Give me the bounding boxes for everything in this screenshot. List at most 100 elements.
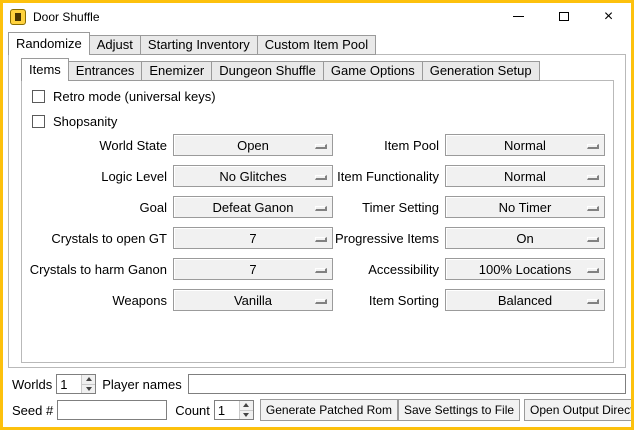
dropdown-value: Open — [237, 138, 269, 153]
arrow-up-icon — [243, 403, 249, 407]
dropdown-value: Normal — [504, 138, 546, 153]
seed-row: Seed # Count Generate Patched Rom Save S… — [8, 399, 626, 421]
close-button[interactable]: × — [586, 3, 631, 30]
checkbox-icon — [32, 115, 45, 128]
tab-items[interactable]: Items — [21, 58, 69, 81]
goal-dropdown[interactable]: Defeat Ganon — [173, 196, 333, 218]
tab-enemizer[interactable]: Enemizer — [141, 61, 212, 81]
item-sorting-label: Item Sorting — [333, 293, 439, 308]
progressive-items-dropdown[interactable]: On — [445, 227, 605, 249]
tab-game-options[interactable]: Game Options — [323, 61, 423, 81]
timer-setting-label: Timer Setting — [333, 200, 439, 215]
arrow-up-icon — [86, 377, 92, 381]
worlds-spinner[interactable] — [56, 374, 96, 394]
worlds-label: Worlds — [12, 377, 52, 392]
logic-level-dropdown[interactable]: No Glitches — [173, 165, 333, 187]
seed-input[interactable] — [57, 400, 167, 420]
dropdown-value: Balanced — [498, 293, 552, 308]
accessibility-label: Accessibility — [333, 262, 439, 277]
spinner-arrows — [81, 375, 95, 393]
dropdown-value: 7 — [249, 231, 256, 246]
generate-patched-rom-button[interactable]: Generate Patched Rom — [260, 399, 398, 421]
logic-level-label: Logic Level — [27, 169, 167, 184]
dropdown-indicator-icon — [587, 299, 599, 304]
dropdown-indicator-icon — [315, 299, 327, 304]
settings-row: Weapons Vanilla Item Sorting Balanced — [27, 289, 608, 311]
item-functionality-dropdown[interactable]: Normal — [445, 165, 605, 187]
crystals-to-harm-ganon-label: Crystals to harm Ganon — [27, 262, 167, 277]
shopsanity-checkbox[interactable]: Shopsanity — [32, 112, 117, 130]
count-input[interactable] — [215, 401, 239, 419]
settings-row: Goal Defeat Ganon Timer Setting No Timer — [27, 196, 608, 218]
dropdown-indicator-icon — [587, 237, 599, 242]
crystals-to-harm-ganon-dropdown[interactable]: 7 — [173, 258, 333, 280]
close-icon: × — [604, 9, 613, 25]
shopsanity-label: Shopsanity — [53, 114, 117, 129]
item-functionality-label: Item Functionality — [333, 169, 439, 184]
settings-row: Crystals to harm Ganon 7 Accessibility 1… — [27, 258, 608, 280]
weapons-dropdown[interactable]: Vanilla — [173, 289, 333, 311]
spin-down-button[interactable] — [240, 411, 253, 420]
spinner-arrows — [239, 401, 253, 419]
crystals-to-open-gt-dropdown[interactable]: 7 — [173, 227, 333, 249]
worlds-row: Worlds Player names — [8, 373, 626, 395]
minimize-button[interactable] — [496, 3, 541, 30]
tab-adjust[interactable]: Adjust — [89, 35, 141, 55]
tab-dungeon-shuffle[interactable]: Dungeon Shuffle — [211, 61, 324, 81]
world-state-dropdown[interactable]: Open — [173, 134, 333, 156]
retro-mode-label: Retro mode (universal keys) — [53, 89, 216, 104]
sub-tabbar: Items Entrances Enemizer Dungeon Shuffle… — [21, 58, 539, 81]
tab-starting-inventory[interactable]: Starting Inventory — [140, 35, 258, 55]
open-output-directory-button[interactable]: Open Output Directory — [524, 399, 634, 421]
app-icon — [10, 9, 26, 25]
dropdown-value: Vanilla — [234, 293, 272, 308]
settings-row: World State Open Item Pool Normal — [27, 134, 608, 156]
item-pool-dropdown[interactable]: Normal — [445, 134, 605, 156]
spin-down-button[interactable] — [82, 385, 95, 394]
randomize-pane: Items Entrances Enemizer Dungeon Shuffle… — [8, 54, 626, 368]
dropdown-indicator-icon — [587, 206, 599, 211]
app-window: Door Shuffle × Randomize Adjust Starting… — [0, 0, 634, 430]
app-icon-core — [15, 13, 21, 21]
main-tabbar: Randomize Adjust Starting Inventory Cust… — [8, 32, 375, 55]
dropdown-indicator-icon — [315, 268, 327, 273]
settings-row: Crystals to open GT 7 Progressive Items … — [27, 227, 608, 249]
titlebar[interactable]: Door Shuffle × — [3, 3, 631, 30]
dropdown-value: Defeat Ganon — [213, 200, 294, 215]
weapons-label: Weapons — [27, 293, 167, 308]
settings-rows: World State Open Item Pool Normal Logic … — [27, 134, 608, 320]
tab-randomize[interactable]: Randomize — [8, 32, 90, 55]
dropdown-value: No Timer — [499, 200, 552, 215]
spin-up-button[interactable] — [240, 401, 253, 411]
dropdown-indicator-icon — [587, 175, 599, 180]
tab-generation-setup[interactable]: Generation Setup — [422, 61, 540, 81]
arrow-down-icon — [243, 413, 249, 417]
timer-setting-dropdown[interactable]: No Timer — [445, 196, 605, 218]
dropdown-value: 7 — [249, 262, 256, 277]
worlds-input[interactable] — [57, 375, 81, 393]
count-spinner[interactable] — [214, 400, 254, 420]
tab-custom-item-pool[interactable]: Custom Item Pool — [257, 35, 376, 55]
minimize-icon — [513, 16, 524, 17]
goal-label: Goal — [27, 200, 167, 215]
titlebar-drag-area[interactable] — [100, 3, 497, 30]
retro-mode-checkbox[interactable]: Retro mode (universal keys) — [32, 87, 216, 105]
accessibility-dropdown[interactable]: 100% Locations — [445, 258, 605, 280]
dropdown-indicator-icon — [587, 268, 599, 273]
dropdown-value: No Glitches — [219, 169, 286, 184]
maximize-icon — [559, 12, 569, 21]
maximize-button[interactable] — [541, 3, 586, 30]
spin-up-button[interactable] — [82, 375, 95, 385]
player-names-input[interactable] — [188, 374, 626, 394]
item-sorting-dropdown[interactable]: Balanced — [445, 289, 605, 311]
tab-entrances[interactable]: Entrances — [68, 61, 143, 81]
arrow-down-icon — [86, 387, 92, 391]
item-pool-label: Item Pool — [333, 138, 439, 153]
player-names-label: Player names — [102, 377, 181, 392]
count-label: Count — [175, 403, 210, 418]
save-settings-button[interactable]: Save Settings to File — [398, 399, 520, 421]
progressive-items-label: Progressive Items — [333, 231, 439, 246]
settings-row: Logic Level No Glitches Item Functionali… — [27, 165, 608, 187]
dropdown-indicator-icon — [315, 144, 327, 149]
dropdown-value: Normal — [504, 169, 546, 184]
